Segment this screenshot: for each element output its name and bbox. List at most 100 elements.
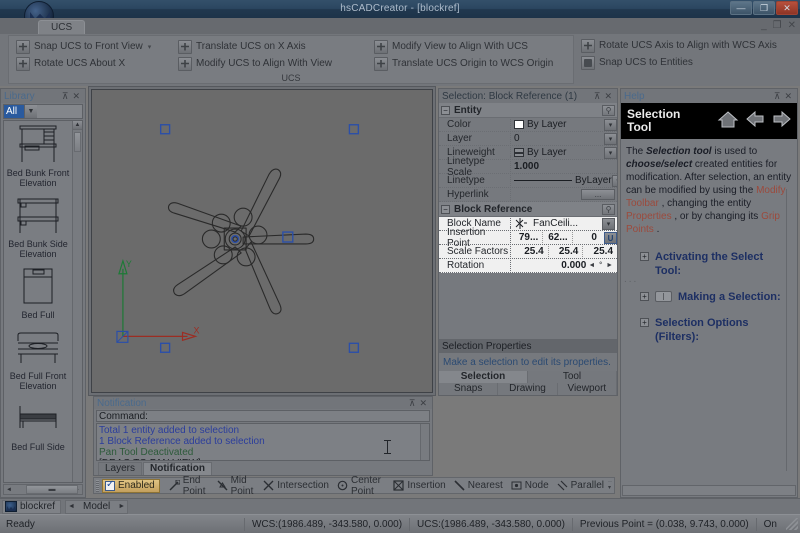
property-value[interactable]: 25.4 25.4 25.4 xyxy=(511,246,617,257)
list-item[interactable]: Bed Full Side xyxy=(4,395,72,456)
tab-selection[interactable]: Selection xyxy=(439,371,528,383)
close-icon[interactable]: ✕ xyxy=(782,91,794,102)
property-value[interactable]: ... xyxy=(511,189,617,200)
pin-icon[interactable]: ⊼ xyxy=(592,91,603,102)
spinner-right-icon[interactable]: ► xyxy=(604,262,615,269)
spinner-left-icon[interactable]: ◄ xyxy=(586,262,597,269)
command-translate-ucs-origin-to-wcs-origin[interactable]: Translate UCS Origin to WCS Origin xyxy=(371,55,581,72)
property-value[interactable]: By Layer ▾ xyxy=(511,146,617,159)
property-value[interactable]: ByLayer ▾ xyxy=(511,174,617,187)
property-group-entity[interactable]: − Entity ⚲ xyxy=(439,103,617,118)
tab-ucs[interactable]: UCS xyxy=(38,20,86,34)
tab-drawing[interactable]: Drawing xyxy=(498,383,558,395)
property-row-insertion-point[interactable]: Insertion Point 79... 62... 0 U xyxy=(439,226,617,249)
command-snap-ucs-to-front-view[interactable]: Snap UCS to Front View ▾ xyxy=(13,38,173,55)
drawing-viewport[interactable]: Y X xyxy=(88,86,436,396)
help-vertical-scrollbar[interactable] xyxy=(786,189,796,471)
property-row-layer[interactable]: Layer 0 ▾ xyxy=(439,132,617,146)
snap-parallel[interactable]: Parallel xyxy=(553,478,608,493)
property-value[interactable]: 0.000 ◄ ° ► xyxy=(511,260,617,271)
property-value[interactable]: By Layer ▾ xyxy=(511,118,617,131)
close-icon[interactable]: ✕ xyxy=(602,91,614,102)
pin-icon[interactable]: ⊼ xyxy=(60,91,71,102)
snap-enabled-toggle[interactable]: Enabled xyxy=(102,478,160,493)
help-toc-item-selection-options[interactable]: + Selection Options (Filters): xyxy=(626,316,792,344)
checkbox-icon[interactable] xyxy=(105,479,115,491)
back-arrow-icon[interactable] xyxy=(744,108,766,130)
command-modify-ucs-to-align-with-view[interactable]: Modify UCS to Align With View xyxy=(175,55,375,72)
close-icon[interactable]: ✕ xyxy=(70,91,82,102)
chevron-down-icon[interactable]: ▾ xyxy=(604,146,617,159)
forward-arrow-icon[interactable] xyxy=(771,108,793,130)
toolbar-grip[interactable] xyxy=(96,479,99,492)
home-icon[interactable] xyxy=(717,108,739,130)
expand-icon[interactable]: + xyxy=(640,318,649,327)
status-on-indicator[interactable]: On xyxy=(755,517,784,531)
property-row-scale-factors[interactable]: Scale Factors 25.4 25.4 25.4 xyxy=(439,245,617,259)
previous-layout-icon[interactable]: ◄ xyxy=(66,503,77,510)
expand-icon[interactable]: + xyxy=(640,252,649,261)
property-row-color[interactable]: Color By Layer ▾ xyxy=(439,118,617,132)
chevron-down-icon[interactable]: ▾ xyxy=(604,118,617,131)
snap-node[interactable]: Node xyxy=(507,478,553,493)
ucs-toggle-button[interactable]: U xyxy=(604,231,617,244)
library-filter-dropdown[interactable]: All ▼ xyxy=(3,104,83,119)
tab-notification[interactable]: Notification xyxy=(143,462,213,475)
scrollbar-thumb[interactable]: ▬ xyxy=(26,485,78,494)
list-item[interactable]: Bed Bunk Front Elevation xyxy=(4,121,72,192)
chevron-down-icon[interactable]: ▾ xyxy=(148,43,152,51)
resize-grip[interactable] xyxy=(786,518,798,530)
library-vertical-scrollbar[interactable]: ▲ xyxy=(72,121,82,482)
pin-icon[interactable]: ⊼ xyxy=(772,91,783,102)
tab-layers[interactable]: Layers xyxy=(98,462,143,475)
chevron-down-icon[interactable]: ▼ xyxy=(24,105,37,118)
property-row-rotation[interactable]: Rotation 0.000 ◄ ° ► xyxy=(439,259,617,273)
doc-minimize-button[interactable]: _ xyxy=(761,20,767,31)
scroll-up-icon[interactable]: ▲ xyxy=(73,121,82,130)
maximize-button[interactable]: ❐ xyxy=(753,1,775,15)
pin-icon[interactable]: ⊼ xyxy=(407,398,418,409)
help-toc-item-making-a-selection[interactable]: + Making a Selection: xyxy=(626,290,792,304)
command-rotate-ucs-axis-to-align-with-wcs-axis[interactable]: Rotate UCS Axis to Align with WCS Axis xyxy=(578,37,798,54)
property-row-linetype-scale[interactable]: Linetype Scale 1.000 xyxy=(439,155,617,178)
close-icon[interactable]: ✕ xyxy=(417,398,429,409)
list-item[interactable]: Bed Full xyxy=(4,263,72,324)
coordinate-z[interactable]: 0 xyxy=(571,232,601,243)
command-translate-ucs-on-x-axis[interactable]: Translate UCS on X Axis xyxy=(175,38,375,55)
library-list[interactable]: Bed Bunk Front Elevation Bed Bunk Side E… xyxy=(3,120,83,483)
ellipsis-button[interactable]: ... xyxy=(581,189,615,200)
list-item[interactable]: Bed Bunk Side Elevation xyxy=(4,192,72,263)
model-tab-label[interactable]: Model xyxy=(77,501,116,512)
property-group-block-reference[interactable]: − Block Reference ⚲ xyxy=(439,202,617,217)
help-horizontal-scrollbar[interactable] xyxy=(622,485,796,496)
coordinate-x[interactable]: 79... xyxy=(514,232,542,243)
scroll-left-icon[interactable]: ◄ xyxy=(4,487,14,493)
snap-nearest[interactable]: Nearest xyxy=(450,478,507,493)
help-link-properties[interactable]: Properties xyxy=(626,211,672,222)
help-toc-item-activating-select-tool[interactable]: + Activating the Select Tool: xyxy=(626,250,792,278)
doc-close-button[interactable]: ✕ xyxy=(788,20,796,31)
toolbar-overflow-button[interactable]: ·· ▾ xyxy=(608,479,612,491)
scale-z[interactable]: 25.4 xyxy=(582,246,617,257)
library-horizontal-scrollbar[interactable]: ◄ ▬ ► xyxy=(3,484,83,495)
command-log[interactable]: Total 1 entity added to selection 1 Bloc… xyxy=(96,423,430,461)
bulb-icon[interactable]: ⚲ xyxy=(602,104,615,116)
bulb-icon[interactable]: ⚲ xyxy=(602,203,615,215)
snap-end-point[interactable]: End Point xyxy=(165,475,213,497)
scrollbar-thumb[interactable] xyxy=(74,132,81,152)
command-modify-view-to-align-with-ucs[interactable]: Modify View to Align With UCS xyxy=(371,38,581,55)
expand-icon[interactable]: + xyxy=(640,292,649,301)
scale-y[interactable]: 25.4 xyxy=(547,246,583,257)
cad-canvas[interactable]: Y X xyxy=(91,89,433,393)
log-scrollbar[interactable] xyxy=(420,424,429,460)
command-input[interactable]: Command: xyxy=(96,410,430,422)
close-button[interactable]: ✕ xyxy=(776,1,798,15)
command-snap-ucs-to-entities[interactable]: Snap UCS to Entities xyxy=(578,54,798,71)
coordinate-y[interactable]: 62... xyxy=(542,232,571,243)
scrollbar-track[interactable]: ▬ xyxy=(14,485,78,494)
snap-insertion[interactable]: Insertion xyxy=(389,478,449,493)
property-value[interactable]: 79... 62... 0 U xyxy=(511,231,617,244)
property-row-hyperlink[interactable]: Hyperlink ... xyxy=(439,188,617,202)
tab-snaps[interactable]: Snaps xyxy=(439,383,499,395)
chevron-down-icon[interactable]: ▾ xyxy=(611,174,617,187)
